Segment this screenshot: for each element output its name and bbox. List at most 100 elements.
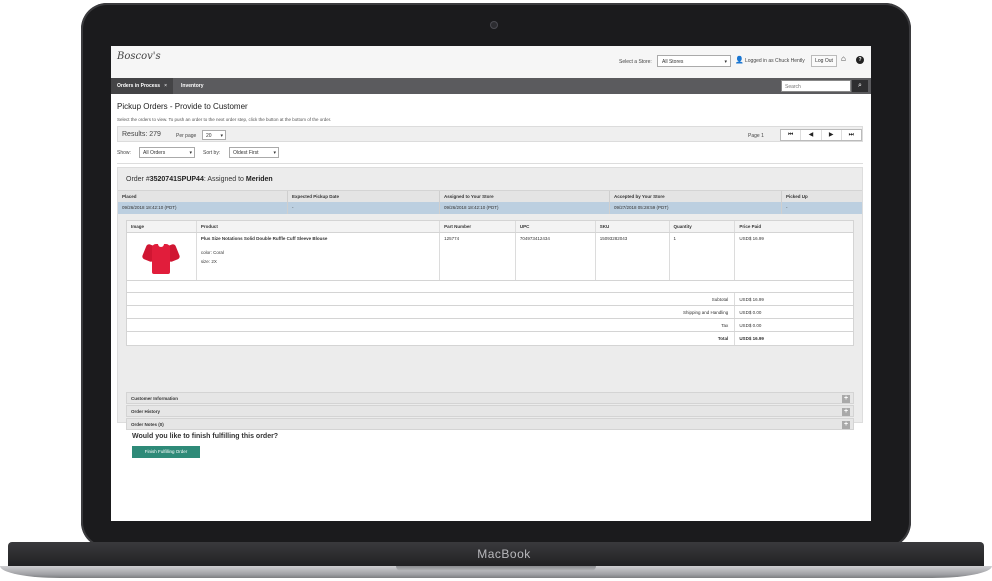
product-image-cell <box>127 233 197 280</box>
order-heading: Order #3520741SPUP44: Assigned to Meride… <box>126 176 273 183</box>
price-cell: USD$ 16.99 <box>739 236 764 241</box>
section-label: Order History <box>131 409 161 414</box>
order-prefix: Order # <box>126 176 150 183</box>
tab-orders-in-process[interactable]: Orders in Process × <box>111 78 173 94</box>
tab-label: Inventory <box>181 83 204 89</box>
page-instructions: Select the orders to view. To push an or… <box>117 117 332 122</box>
info-value-cell: 09/26/2018 18:42:10 (PDT) <box>118 202 288 214</box>
caret-down-icon: ▾ <box>724 59 727 65</box>
grand-total-row: Total USD$ 16.99 <box>127 332 853 345</box>
info-header-cell: Expected Pickup Date <box>288 191 440 202</box>
laptop-notch <box>396 566 596 571</box>
shipping-row: Shipping and Handling USD$ 0.00 <box>127 306 853 319</box>
section-label: Order Notes (0) <box>131 422 164 427</box>
info-value-cell: 09/26/2018 18:42:10 (PDT) <box>440 202 610 214</box>
sku-cell: 15093282043 <box>596 233 670 280</box>
order-info-row[interactable]: 09/26/2018 18:42:10 (PDT) - 09/26/2018 1… <box>118 202 862 214</box>
info-header-cell: Placed <box>118 191 288 202</box>
total-label: Tax <box>127 319 736 331</box>
product-color: color: Coral <box>200 250 224 255</box>
brand-logo[interactable]: Boscov's <box>117 51 161 62</box>
expand-plus-icon[interactable]: + <box>842 421 850 429</box>
store-select-value: All Stores <box>662 59 684 65</box>
table-spacer-row <box>127 281 853 293</box>
product-image[interactable] <box>141 238 181 276</box>
store-select[interactable]: All Stores ▾ <box>657 55 731 67</box>
close-icon[interactable]: × <box>164 83 167 89</box>
logout-button[interactable]: Log Out <box>811 55 837 67</box>
order-sections: Customer Information + Order History + O… <box>126 392 854 431</box>
divider <box>117 163 863 164</box>
total-label: Subtotal <box>127 293 736 305</box>
results-bar: Results: 279 Per page 20 ▾ Page 1 ⏮ ◀ ▶ … <box>117 126 863 142</box>
info-header-cell: Picked Up <box>786 194 808 199</box>
logged-in-text: Logged in as Chuck Hently <box>745 58 805 64</box>
home-icon[interactable]: ⌂ <box>841 54 846 63</box>
finish-fulfilling-button[interactable]: Finish Fulfilling Order <box>132 446 200 458</box>
expand-plus-icon[interactable]: + <box>842 395 850 403</box>
section-customer-information[interactable]: Customer Information + <box>126 392 854 404</box>
product-cell: Plus Size Notations Solid Double Ruffle … <box>197 233 441 280</box>
section-order-history[interactable]: Order History + <box>126 405 854 417</box>
show-value: All Orders <box>143 150 166 156</box>
camera-icon <box>490 21 498 29</box>
filter-row: Show: All Orders ▾ Sort by: Oldest First… <box>117 147 863 159</box>
help-icon[interactable]: ? <box>856 56 864 64</box>
show-select[interactable]: All Orders ▾ <box>139 147 195 158</box>
section-label: Customer Information <box>131 396 179 401</box>
show-label: Show: <box>117 150 131 156</box>
column-header: SKU <box>596 221 670 232</box>
subtotal-row: Subtotal USD$ 16.99 <box>127 293 853 306</box>
column-header: UPC <box>516 221 596 232</box>
order-panel: Order #3520741SPUP44: Assigned to Meride… <box>117 167 863 458</box>
search-button[interactable]: ⌕ <box>852 80 868 92</box>
column-header: Product <box>197 221 441 232</box>
total-value: USD$ 0.00 <box>739 310 762 315</box>
sort-label: Sort by: <box>203 150 221 156</box>
order-number: 3520741SPUP44 <box>149 176 204 183</box>
pagination: ⏮ ◀ ▶ ⏭ <box>780 129 862 141</box>
page-indicator: Page 1 <box>748 133 764 139</box>
per-page-label: Per page <box>176 133 197 139</box>
sort-value: Oldest First <box>233 150 259 156</box>
per-page-select[interactable]: 20 ▾ <box>202 130 226 140</box>
product-size: size: 2X <box>200 259 217 264</box>
upc-cell: 704973412434 <box>516 233 596 280</box>
first-page-icon[interactable]: ⏮ <box>781 130 802 140</box>
sort-select[interactable]: Oldest First ▾ <box>229 147 279 158</box>
search-input[interactable]: Search <box>781 80 851 92</box>
tax-row: Tax USD$ 0.00 <box>127 319 853 332</box>
product-name[interactable]: Plus Size Notations Solid Double Ruffle … <box>201 236 435 241</box>
caret-down-icon: ▾ <box>273 150 276 156</box>
total-label: Total <box>127 332 736 345</box>
tab-inventory[interactable]: Inventory <box>175 78 211 94</box>
search-icon: ⌕ <box>858 82 862 89</box>
total-label: Shipping and Handling <box>127 306 736 318</box>
quantity-cell: 1 <box>670 233 736 280</box>
expand-plus-icon[interactable]: + <box>842 408 850 416</box>
info-value-cell: 09/27/2018 05:28:59 (PDT) <box>610 202 782 214</box>
app-screen: Boscov's Select a Store: All Stores ▾ 👤 … <box>111 46 871 521</box>
column-header: Image <box>127 221 197 232</box>
caret-down-icon: ▾ <box>189 150 192 156</box>
laptop-hinge: MacBook <box>8 542 984 568</box>
device-brand: MacBook <box>477 547 531 561</box>
store-label: Select a Store: <box>619 59 652 65</box>
info-header-cell: Accepted by Your Store <box>610 191 782 202</box>
table-row: Plus Size Notations Solid Double Ruffle … <box>127 233 853 281</box>
results-count: Results: 279 <box>122 131 161 138</box>
order-store: Meriden <box>245 176 273 183</box>
laptop-lid: Boscov's Select a Store: All Stores ▾ 👤 … <box>81 3 911 548</box>
part-number-cell: 125774 <box>440 233 516 280</box>
page-title: Pickup Orders - Provide to Customer <box>117 102 248 111</box>
prev-page-icon[interactable]: ◀ <box>801 130 822 140</box>
section-order-notes[interactable]: Order Notes (0) + <box>126 418 854 430</box>
next-page-icon[interactable]: ▶ <box>822 130 842 140</box>
order-assigned-text: : Assigned to <box>203 176 246 183</box>
last-page-icon[interactable]: ⏭ <box>842 130 861 140</box>
total-value: USD$ 16.99 <box>739 297 764 302</box>
tab-label: Orders in Process <box>117 83 161 89</box>
total-value: USD$ 0.00 <box>739 323 762 328</box>
nav-bar: Orders in Process × Inventory Search ⌕ <box>111 78 871 94</box>
per-page-value: 20 <box>206 133 212 139</box>
